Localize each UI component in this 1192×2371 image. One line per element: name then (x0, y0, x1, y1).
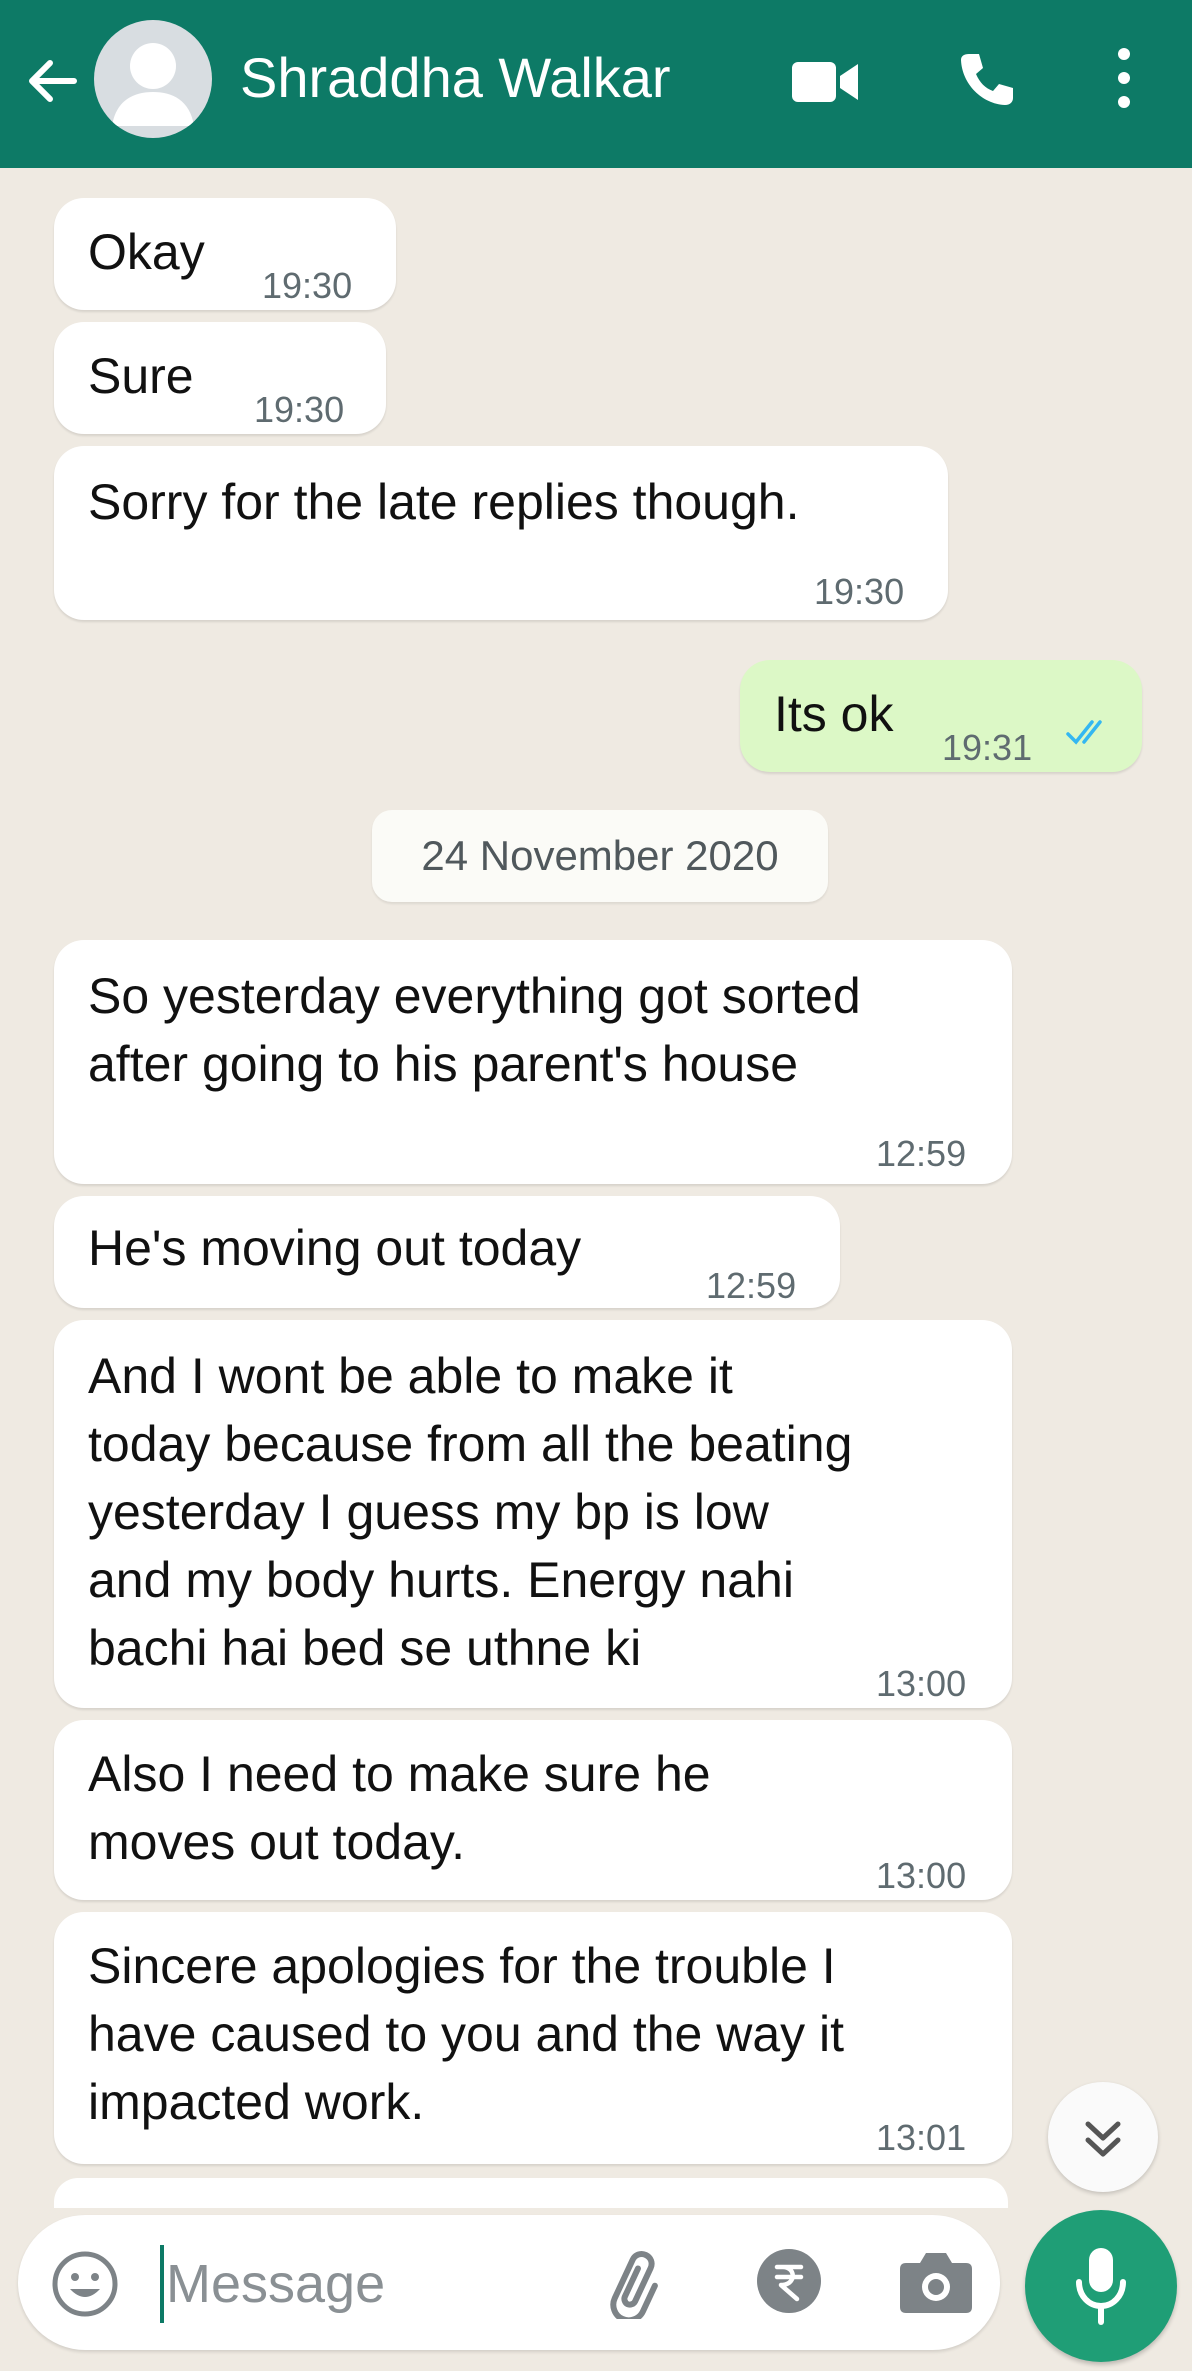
message-line: after going to his parent's house (88, 1036, 799, 1092)
message-line: So yesterday everything got sorted (88, 968, 861, 1024)
video-call-icon[interactable] (790, 54, 862, 110)
message-line: And I wont be able to make it (88, 1348, 733, 1404)
read-receipt-icon (1066, 720, 1102, 745)
message-line: bachi hai bed se uthne ki (88, 1620, 642, 1676)
message-input[interactable] (164, 2243, 568, 2325)
message-line: impacted work. (88, 2074, 425, 2130)
message-line: Sincere apologies for the trouble I (88, 1938, 836, 1994)
message-text: And I wont be able to make it today beca… (88, 1342, 852, 1682)
avatar[interactable] (94, 20, 212, 138)
message-line: yesterday I guess my bp is low (88, 1484, 769, 1540)
message-bubble[interactable]: So yesterday everything got sorted after… (54, 940, 1012, 1184)
message-time: 19:30 (814, 571, 905, 612)
phone-call-icon[interactable] (955, 48, 1017, 110)
emoji-icon[interactable] (50, 2249, 120, 2319)
message-bubble[interactable]: Also I need to make sure he moves out to… (54, 1720, 1012, 1900)
message-text: Sorry for the late replies though. (88, 474, 800, 530)
voice-message-button[interactable] (1025, 2210, 1177, 2362)
partial-message-bubble (54, 2178, 1008, 2208)
message-composer (18, 2215, 1000, 2350)
message-text: Also I need to make sure he moves out to… (88, 1740, 711, 1876)
message-time: 19:30 (262, 265, 353, 306)
back-arrow-icon[interactable] (22, 50, 84, 112)
default-avatar-icon (112, 43, 194, 126)
message-text: Sincere apologies for the trouble I have… (88, 1932, 844, 2136)
message-bubble[interactable]: Okay 19:30 (54, 198, 396, 310)
message-line: Also I need to make sure he (88, 1746, 711, 1802)
message-line: have caused to you and the way it (88, 2006, 845, 2062)
message-line: and my body hurts. Energy nahi (88, 1552, 794, 1608)
date-divider: 24 November 2020 (372, 810, 828, 902)
message-time: 13:00 (876, 1855, 967, 1896)
message-time: 19:30 (254, 389, 345, 430)
message-text: Okay (88, 224, 205, 280)
message-time: 12:59 (876, 1133, 967, 1174)
chat-header: Shraddha Walkar (0, 0, 1192, 168)
message-bubble[interactable]: He's moving out today 12:59 (54, 1196, 840, 1308)
message-line: today because from all the beating (88, 1416, 853, 1472)
message-time: 12:59 (706, 1265, 797, 1306)
more-options-icon[interactable] (1112, 46, 1136, 110)
double-chevron-down-icon (1085, 2121, 1121, 2157)
message-time: 13:00 (876, 1663, 967, 1704)
rupee-icon[interactable] (753, 2245, 825, 2317)
message-text: Sure (88, 348, 194, 404)
message-line: moves out today. (88, 1814, 466, 1870)
message-bubble[interactable]: Sincere apologies for the trouble I have… (54, 1912, 1012, 2164)
message-text: So yesterday everything got sorted after… (88, 962, 861, 1098)
message-time: 13:01 (876, 2117, 967, 2158)
message-time: 19:31 (942, 727, 1033, 768)
scroll-to-bottom-button[interactable] (1048, 2082, 1158, 2192)
attachment-icon[interactable] (603, 2247, 675, 2319)
microphone-icon (1076, 2248, 1126, 2325)
message-text: He's moving out today (88, 1220, 582, 1276)
message-bubble[interactable]: Sorry for the late replies though. 19:30 (54, 446, 948, 620)
message-bubble[interactable]: Sure 19:30 (54, 322, 386, 434)
contact-name[interactable]: Shraddha Walkar (240, 45, 671, 110)
message-text: Its ok (774, 686, 894, 742)
message-bubble[interactable]: And I wont be able to make it today beca… (54, 1320, 1012, 1708)
message-bubble-outgoing[interactable]: Its ok 19:31 (740, 660, 1142, 772)
camera-icon[interactable] (898, 2247, 974, 2315)
